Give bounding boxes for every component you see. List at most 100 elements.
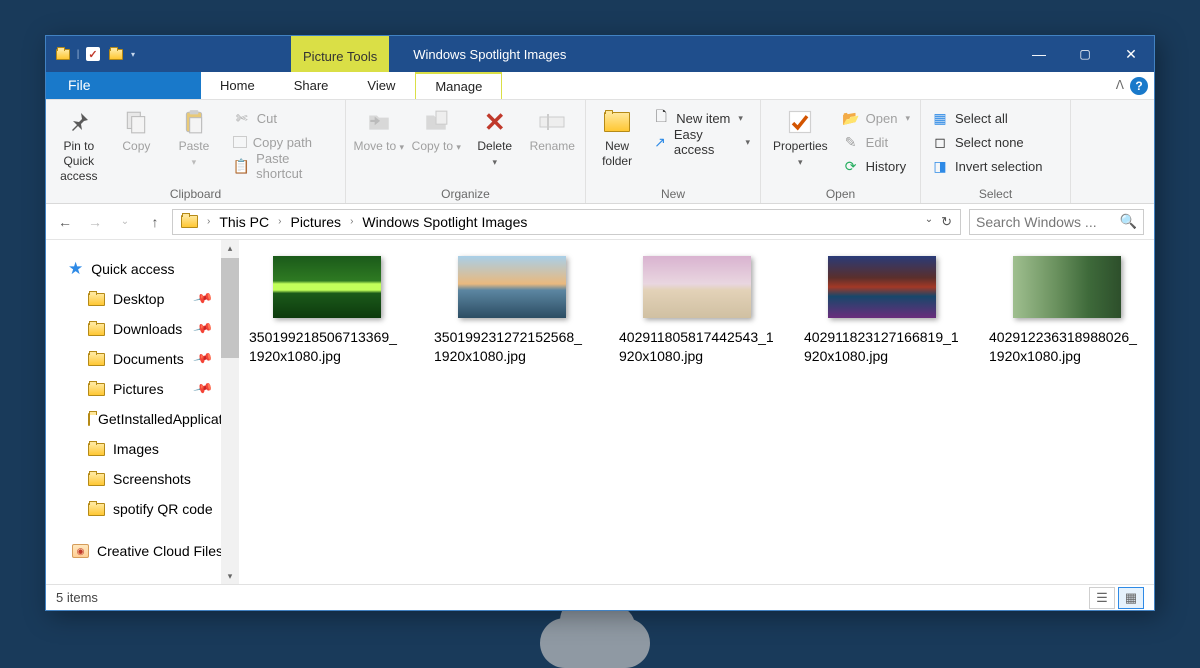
nav-item[interactable]: Documents📌 — [60, 344, 239, 374]
minimize-button[interactable]: — — [1016, 36, 1062, 72]
scroll-down-icon[interactable]: ▾ — [221, 568, 239, 584]
nav-quick-access[interactable]: ★ Quick access — [60, 254, 239, 284]
folder-icon — [88, 473, 105, 486]
chevron-right-icon[interactable]: › — [204, 216, 213, 227]
nav-item[interactable]: Pictures 📌 — [60, 374, 239, 404]
properties-button[interactable]: Properties▾ — [765, 104, 836, 169]
nav-forward-button[interactable]: → — [86, 214, 104, 230]
folder-icon — [88, 503, 105, 516]
file-thumbnail — [1013, 256, 1121, 318]
qat-separator: | — [75, 49, 81, 60]
ribbon-tabstrip: File Home Share View Manage ᐱ ? — [46, 72, 1154, 100]
nav-item-label: Pictures — [113, 381, 164, 397]
nav-item[interactable]: GetInstalledApplicationInfo — [60, 404, 239, 434]
cut-button[interactable]: ✄Cut — [227, 106, 341, 130]
open-button[interactable]: 📂Open ▾ — [836, 106, 916, 130]
nav-item[interactable]: spotify QR code — [60, 494, 239, 524]
file-thumbnail — [458, 256, 566, 318]
select-all-icon: ▦ — [931, 109, 949, 127]
pin-icon: 📌 — [192, 378, 214, 400]
qat-properties-icon[interactable]: ✓ — [82, 43, 104, 65]
titlebar: | ✓ ▾ Picture Tools Windows Spotlight Im… — [46, 36, 1154, 72]
tab-file[interactable]: File — [46, 72, 201, 99]
file-item[interactable]: 402911823127166819_1920x1080.jpg — [804, 256, 959, 366]
maximize-button[interactable]: ▢ — [1062, 36, 1108, 72]
scroll-thumb[interactable] — [221, 258, 239, 358]
quick-access-star-icon: ★ — [68, 259, 83, 279]
nav-item[interactable]: Downloads📌 — [60, 314, 239, 344]
search-icon: 🔍 — [1120, 213, 1137, 230]
nav-item[interactable]: Screenshots — [60, 464, 239, 494]
address-bar[interactable]: › This PC › Pictures › Windows Spotlight… — [172, 209, 961, 235]
nav-recent-button[interactable]: ⌄ — [116, 216, 134, 227]
rename-button[interactable]: Rename — [524, 104, 582, 169]
qat-new-folder-icon[interactable] — [105, 43, 127, 65]
properties-icon — [784, 108, 816, 136]
address-folder-icon — [181, 215, 198, 228]
context-tab-picture-tools[interactable]: Picture Tools — [291, 36, 389, 72]
tab-share[interactable]: Share — [275, 72, 349, 99]
status-item-count: 5 items — [56, 590, 98, 605]
crumb-current[interactable]: Windows Spotlight Images — [358, 214, 531, 230]
window-title: Windows Spotlight Images — [397, 36, 582, 72]
nav-up-button[interactable]: ↑ — [146, 214, 164, 230]
new-item-icon: 🗋 — [652, 109, 670, 127]
move-to-button[interactable]: Move to ▾ — [350, 104, 408, 169]
search-box[interactable]: Search Windows ... 🔍 — [969, 209, 1144, 235]
qat-customize-icon[interactable]: ▾ — [131, 50, 135, 59]
invert-selection-button[interactable]: ◨Invert selection — [925, 154, 1048, 178]
file-item[interactable]: 402911805817442543_1920x1080.jpg — [619, 256, 774, 366]
tab-view[interactable]: View — [348, 72, 415, 99]
file-name: 402911805817442543_1920x1080.jpg — [619, 328, 774, 366]
select-none-button[interactable]: ◻Select none — [925, 130, 1048, 154]
crumb-pictures[interactable]: Pictures — [286, 214, 345, 230]
chevron-right-icon[interactable]: › — [275, 216, 284, 227]
view-details-button[interactable]: ☰ — [1089, 587, 1115, 609]
copy-to-button[interactable]: Copy to ▾ — [408, 104, 466, 169]
nav-item[interactable]: Images — [60, 434, 239, 464]
tab-manage[interactable]: Manage — [415, 72, 502, 99]
file-list[interactable]: 350199218506713369_1920x1080.jpg 35019923… — [239, 240, 1154, 584]
help-icon[interactable]: ? — [1130, 77, 1148, 95]
navigation-pane: ★ Quick access Desktop📌Downloads📌Documen… — [46, 240, 239, 584]
explorer-window: | ✓ ▾ Picture Tools Windows Spotlight Im… — [45, 35, 1155, 611]
easy-access-icon: ↗ — [652, 133, 668, 151]
copy-to-icon — [420, 108, 452, 136]
edit-button[interactable]: ✎Edit — [836, 130, 916, 154]
address-dropdown-icon[interactable]: ⌄ — [925, 214, 933, 230]
nav-scrollbar[interactable]: ▴ ▾ — [221, 240, 239, 584]
tab-home[interactable]: Home — [201, 72, 275, 99]
file-item[interactable]: 350199218506713369_1920x1080.jpg — [249, 256, 404, 366]
close-button[interactable]: ✕ — [1108, 36, 1154, 72]
crumb-this-pc[interactable]: This PC — [215, 214, 273, 230]
collapse-ribbon-icon[interactable]: ᐱ — [1116, 78, 1124, 92]
copy-button[interactable]: Copy — [108, 104, 166, 169]
delete-button[interactable]: ✕ Delete▾ — [466, 104, 524, 169]
qat-app-icon[interactable] — [52, 43, 74, 65]
folder-icon — [88, 413, 90, 426]
refresh-button[interactable]: ↻ — [941, 214, 952, 230]
new-folder-button[interactable]: New folder — [590, 104, 644, 169]
file-item[interactable]: 350199231272152568_1920x1080.jpg — [434, 256, 589, 366]
paste-button[interactable]: Paste▾ — [165, 104, 223, 169]
chevron-right-icon[interactable]: › — [347, 216, 356, 227]
edit-icon: ✎ — [842, 133, 860, 151]
nav-item-label: Documents — [113, 351, 184, 367]
easy-access-button[interactable]: ↗Easy access ▾ — [646, 130, 756, 154]
paste-shortcut-icon: 📋 — [233, 157, 250, 175]
nav-creative-cloud[interactable]: ◉ Creative Cloud Files — [60, 536, 239, 566]
scroll-up-icon[interactable]: ▴ — [221, 240, 239, 256]
history-button[interactable]: ⟳History — [836, 154, 916, 178]
select-all-button[interactable]: ▦Select all — [925, 106, 1048, 130]
ribbon: Pin to Quick access Copy Paste▾ ✄Cut Cop… — [46, 100, 1154, 204]
paste-shortcut-button[interactable]: 📋Paste shortcut — [227, 154, 341, 178]
pin-to-quick-access-button[interactable]: Pin to Quick access — [50, 104, 108, 184]
nav-back-button[interactable]: ← — [56, 214, 74, 230]
nav-item[interactable]: Desktop📌 — [60, 284, 239, 314]
search-placeholder: Search Windows ... — [976, 214, 1097, 230]
view-large-icons-button[interactable]: ▦ — [1118, 587, 1144, 609]
file-item[interactable]: 402912236318988026_1920x1080.jpg — [989, 256, 1144, 366]
move-to-icon — [363, 108, 395, 136]
folder-icon — [88, 353, 105, 366]
file-name: 350199231272152568_1920x1080.jpg — [434, 328, 589, 366]
